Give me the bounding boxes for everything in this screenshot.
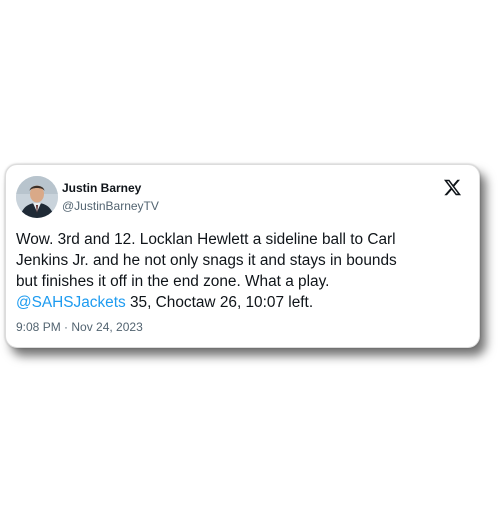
x-logo-icon[interactable]	[443, 178, 462, 197]
page-canvas: Justin Barney @JustinBarneyTV Wow. 3rd a…	[0, 0, 498, 531]
avatar[interactable]	[16, 176, 58, 218]
mention-link[interactable]: @SAHSJackets	[16, 294, 126, 311]
tweet-timestamp[interactable]: 9:08 PM · Nov 24, 2023	[16, 320, 143, 334]
tweet-text: Wow. 3rd and 12. Locklan Hewlett a sidel…	[16, 229, 471, 313]
author-handle[interactable]: @JustinBarneyTV	[62, 199, 159, 213]
tweet-text-line: but finishes it off in the end zone. Wha…	[16, 273, 330, 290]
author-name[interactable]: Justin Barney	[62, 181, 141, 195]
tweet-text-line: Wow. 3rd and 12. Locklan Hewlett a sidel…	[16, 231, 396, 248]
avatar-photo	[16, 176, 58, 218]
tweet-text-segment: 35, Choctaw 26, 10:07 left.	[125, 294, 314, 311]
tweet-text-line: @SAHSJackets 35, Choctaw 26, 10:07 left.	[16, 292, 471, 313]
tweet-text-line: Jenkins Jr. and he not only snags it and…	[16, 252, 397, 269]
tweet-card[interactable]: Justin Barney @JustinBarneyTV Wow. 3rd a…	[5, 164, 480, 348]
